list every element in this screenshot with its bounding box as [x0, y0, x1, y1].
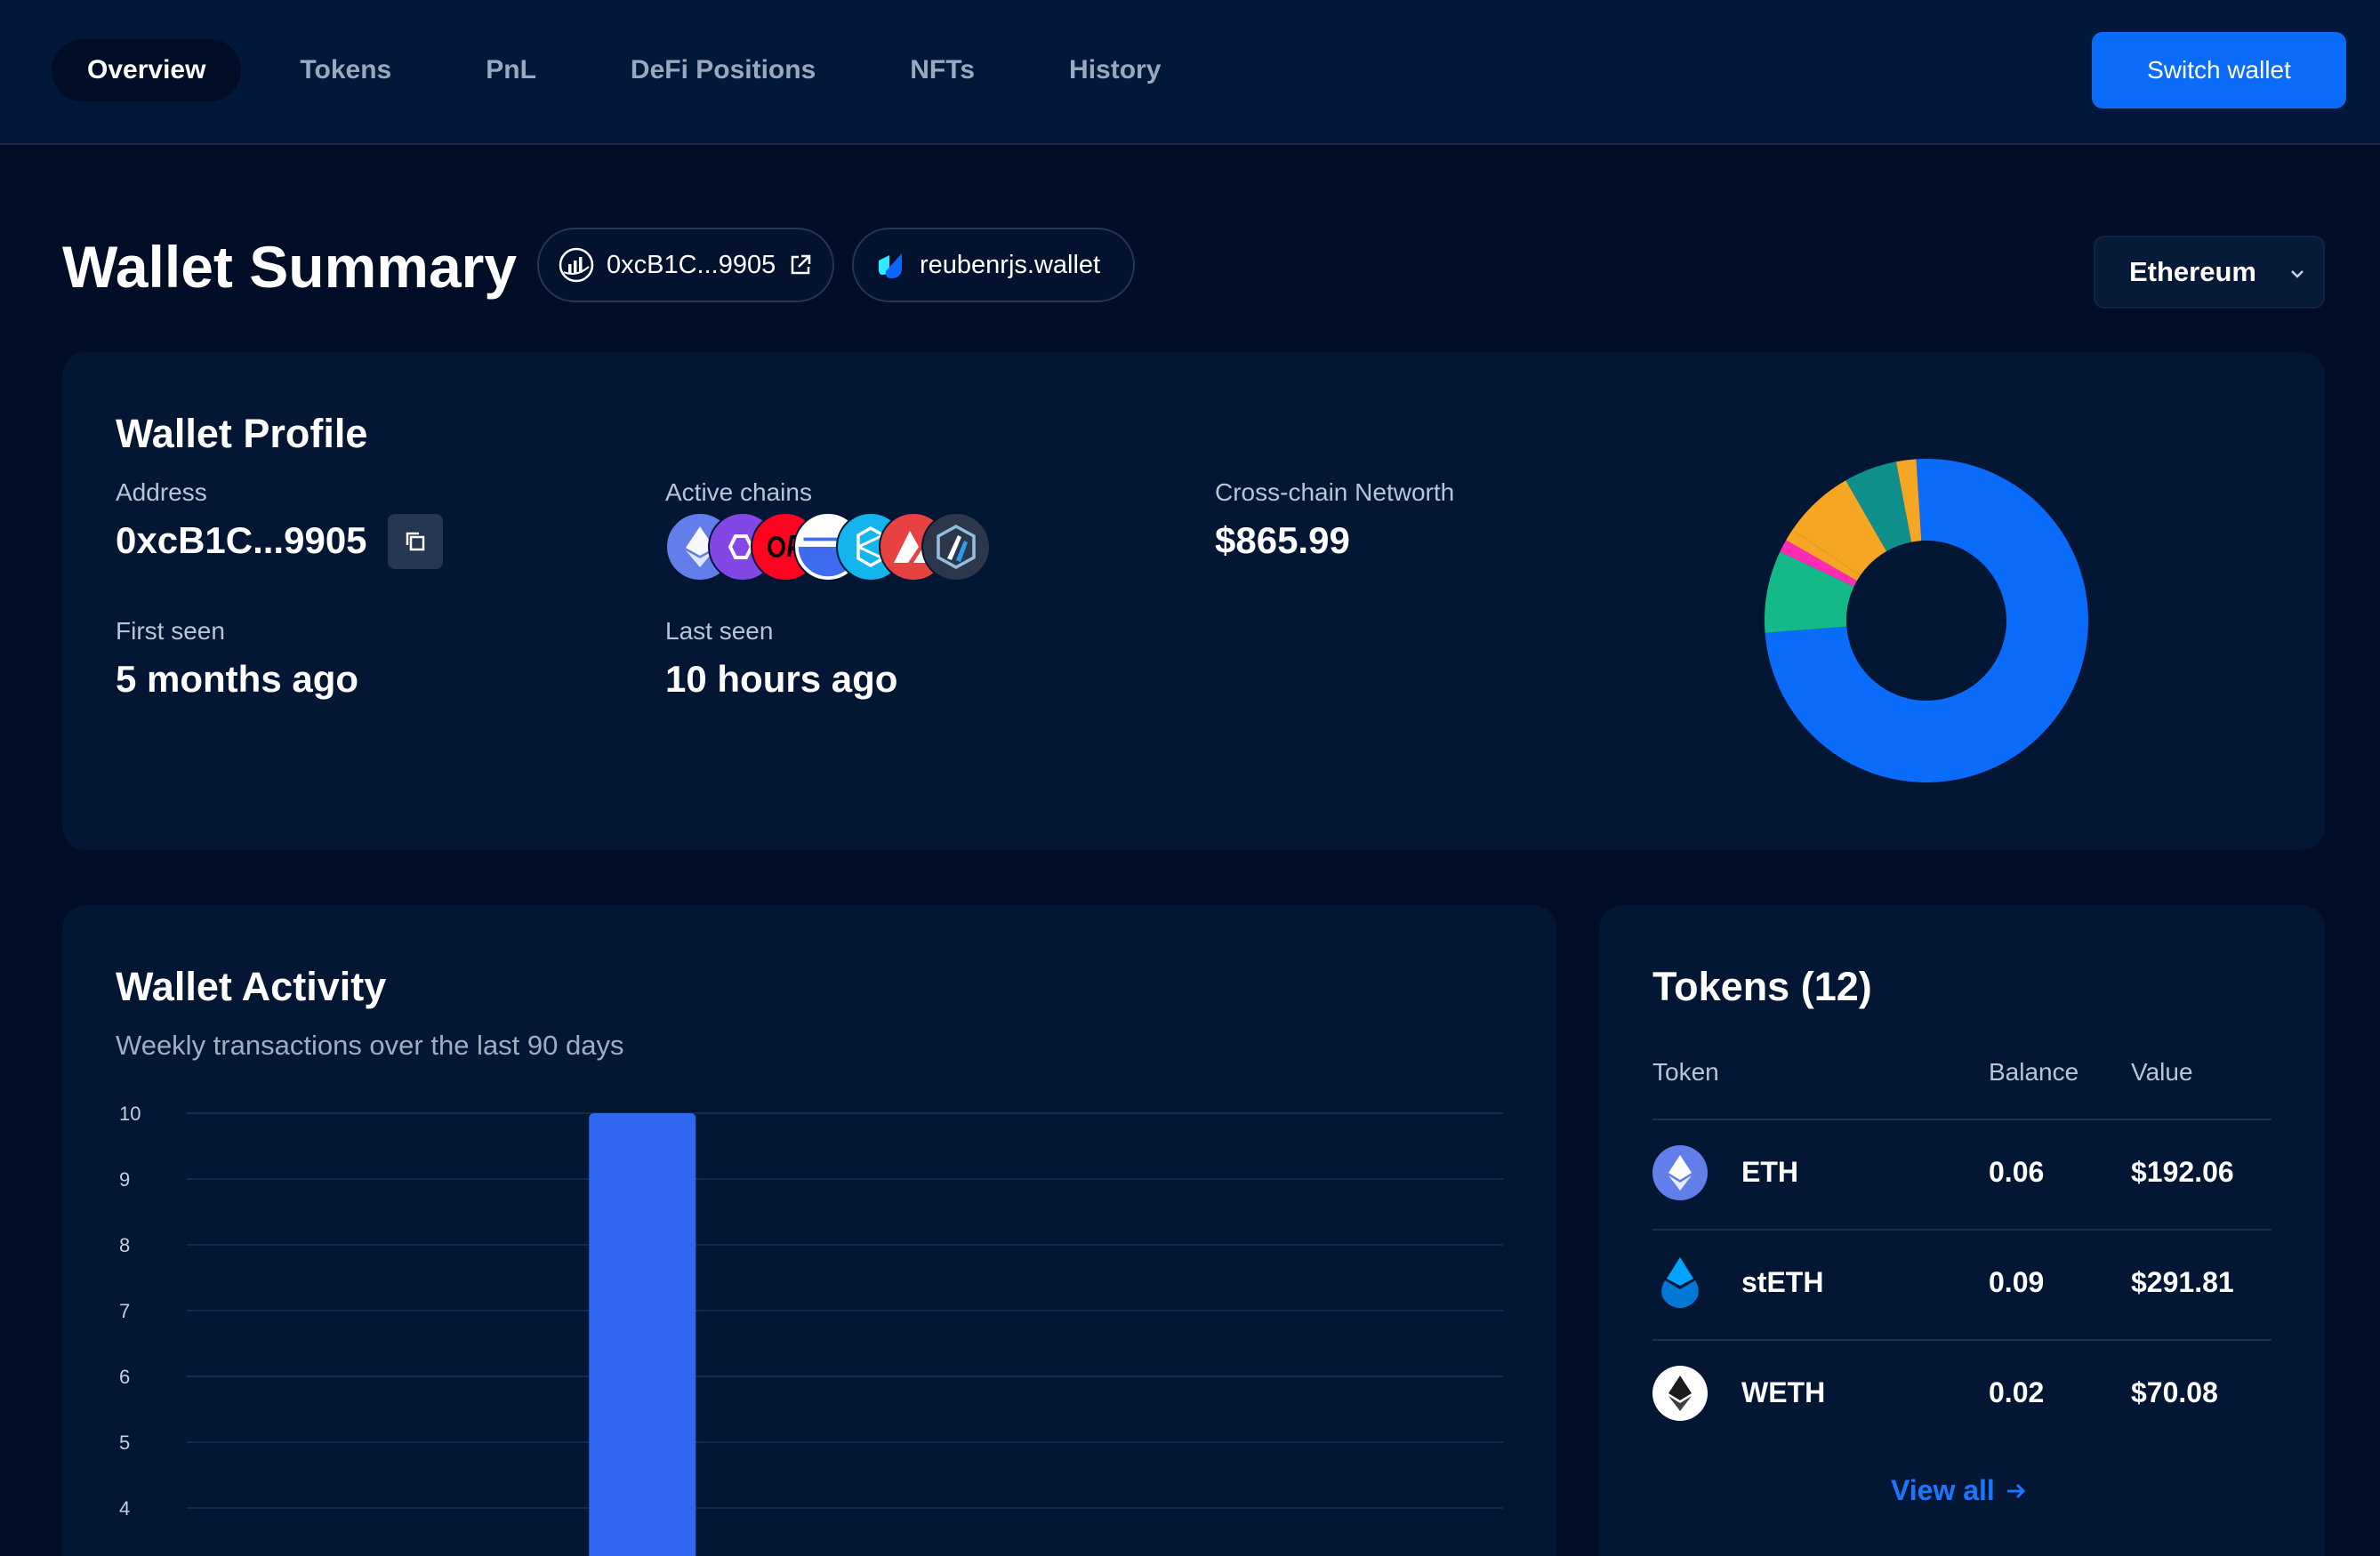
token-balance: 0.09: [1989, 1266, 2045, 1298]
last-seen-value: 10 hours ago: [665, 658, 898, 700]
first-seen-value: 5 months ago: [116, 658, 359, 700]
view-all-tokens-link[interactable]: View all: [1891, 1474, 2029, 1507]
active-chains-label: Active chains: [665, 478, 812, 506]
top-navigation: Overview Tokens PnL DeFi Positions NFTs …: [0, 0, 2380, 145]
chain-select-value: Ethereum: [2129, 256, 2256, 287]
y-tick-label: 9: [119, 1168, 130, 1191]
wallet-profile-card: Wallet Profile Address 0xcB1C...9905 Act…: [62, 352, 2325, 850]
y-tick-label: 8: [119, 1234, 130, 1256]
networth-label: Cross-chain Networth: [1215, 478, 1455, 506]
token-row[interactable]: WETH 0.02 $70.08: [1599, 1341, 2325, 1449]
address-pill-text: 0xcB1C...9905: [607, 250, 776, 279]
last-seen-label: Last seen: [665, 617, 774, 645]
activity-bar[interactable]: [589, 1113, 696, 1556]
wallet-activity-card: Wallet Activity Weekly transactions over…: [62, 905, 1556, 1556]
activity-bar-chart: 4 5 6 7 8 9 10: [119, 1103, 1503, 1556]
weth-icon: [1652, 1366, 1708, 1421]
networth-value: $865.99: [1215, 519, 1350, 561]
wallet-profile-title: Wallet Profile: [116, 411, 368, 456]
ens-pill-text: reubenrjs.wallet: [920, 250, 1101, 279]
token-symbol: ETH: [1741, 1156, 1798, 1188]
tab-nfts[interactable]: NFTs: [874, 39, 1010, 101]
copy-icon: [406, 532, 425, 551]
tab-pnl[interactable]: PnL: [450, 39, 572, 101]
tab-tokens[interactable]: Tokens: [264, 39, 427, 101]
y-tick-label: 7: [119, 1300, 130, 1322]
wallet-activity-subtitle: Weekly transactions over the last 90 day…: [116, 1030, 624, 1061]
token-row[interactable]: stETH 0.09 $291.81: [1599, 1231, 2325, 1339]
token-value: $70.08: [2131, 1376, 2218, 1408]
external-link-icon: [791, 254, 811, 275]
tokens-title: Tokens (12): [1652, 964, 1872, 1009]
y-tick-label: 5: [119, 1432, 130, 1454]
steth-icon: [1652, 1255, 1708, 1311]
unstoppable-domains-icon: [879, 253, 902, 278]
address-value: 0xcB1C...9905: [116, 519, 367, 561]
token-symbol: stETH: [1741, 1266, 1824, 1298]
copy-address-button[interactable]: [388, 514, 443, 569]
tokens-card: Tokens (12) Token Balance Value ETH 0.06…: [1599, 905, 2325, 1556]
arrow-right-icon: [2006, 1483, 2025, 1498]
first-seen-label: First seen: [116, 617, 225, 645]
page-title: Wallet Summary: [62, 234, 518, 300]
token-value: $192.06: [2131, 1156, 2234, 1188]
column-header-balance: Balance: [1989, 1058, 2079, 1086]
address-pill[interactable]: 0xcB1C...9905: [537, 228, 834, 302]
switch-wallet-button[interactable]: Switch wallet: [2092, 32, 2346, 108]
view-all-label: View all: [1891, 1474, 1995, 1506]
address-label: Address: [116, 478, 207, 506]
etherscan-icon: [559, 247, 594, 283]
tab-overview[interactable]: Overview: [52, 39, 242, 101]
eth-icon: [1652, 1145, 1708, 1200]
ens-pill[interactable]: reubenrjs.wallet: [852, 228, 1135, 302]
nav-tabs: Overview Tokens PnL DeFi Positions NFTs …: [52, 39, 1219, 101]
token-row[interactable]: ETH 0.06 $192.06: [1599, 1120, 2325, 1229]
wallet-activity-title: Wallet Activity: [116, 964, 387, 1009]
active-chains-list: [665, 512, 1003, 583]
y-tick-label: 4: [119, 1497, 130, 1520]
column-header-value: Value: [2131, 1058, 2193, 1086]
chain-select[interactable]: Ethereum: [2094, 236, 2325, 309]
token-balance: 0.02: [1989, 1376, 2045, 1408]
y-tick-label: 6: [119, 1366, 130, 1388]
column-header-token: Token: [1652, 1058, 1719, 1086]
tab-history[interactable]: History: [1033, 39, 1196, 101]
arbitrum-icon: [921, 512, 991, 581]
y-tick-label: 10: [119, 1103, 141, 1125]
token-balance: 0.06: [1989, 1156, 2045, 1188]
token-symbol: WETH: [1741, 1376, 1826, 1408]
chevron-down-icon: [2291, 270, 2304, 278]
token-value: $291.81: [2131, 1266, 2234, 1298]
tab-defi-positions[interactable]: DeFi Positions: [595, 39, 851, 101]
networth-donut-chart: [1765, 459, 2088, 782]
